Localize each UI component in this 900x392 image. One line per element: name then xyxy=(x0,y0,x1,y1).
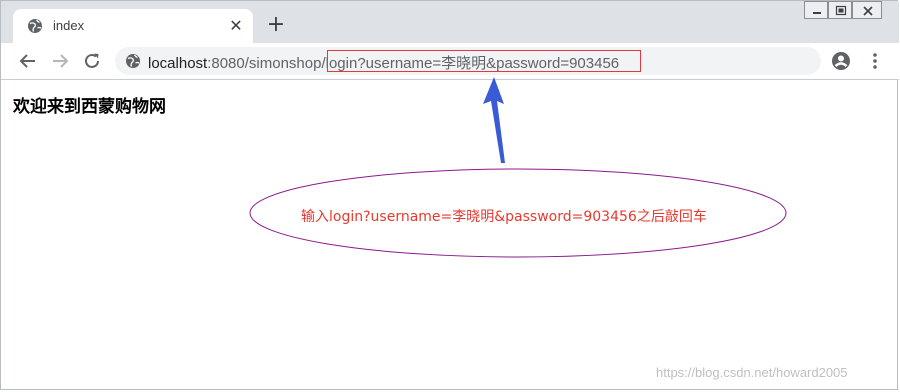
browser-window: index ✕ + localhost:8080/simonshop/login… xyxy=(0,0,899,390)
annotation-overlay xyxy=(249,77,787,258)
watermark: https://blog.csdn.net/howard2005 xyxy=(656,365,848,380)
annotation-callout-text: 输入login?username=李晓明&password=903456之后敲回… xyxy=(301,209,707,225)
annotation-arrow xyxy=(483,77,505,163)
